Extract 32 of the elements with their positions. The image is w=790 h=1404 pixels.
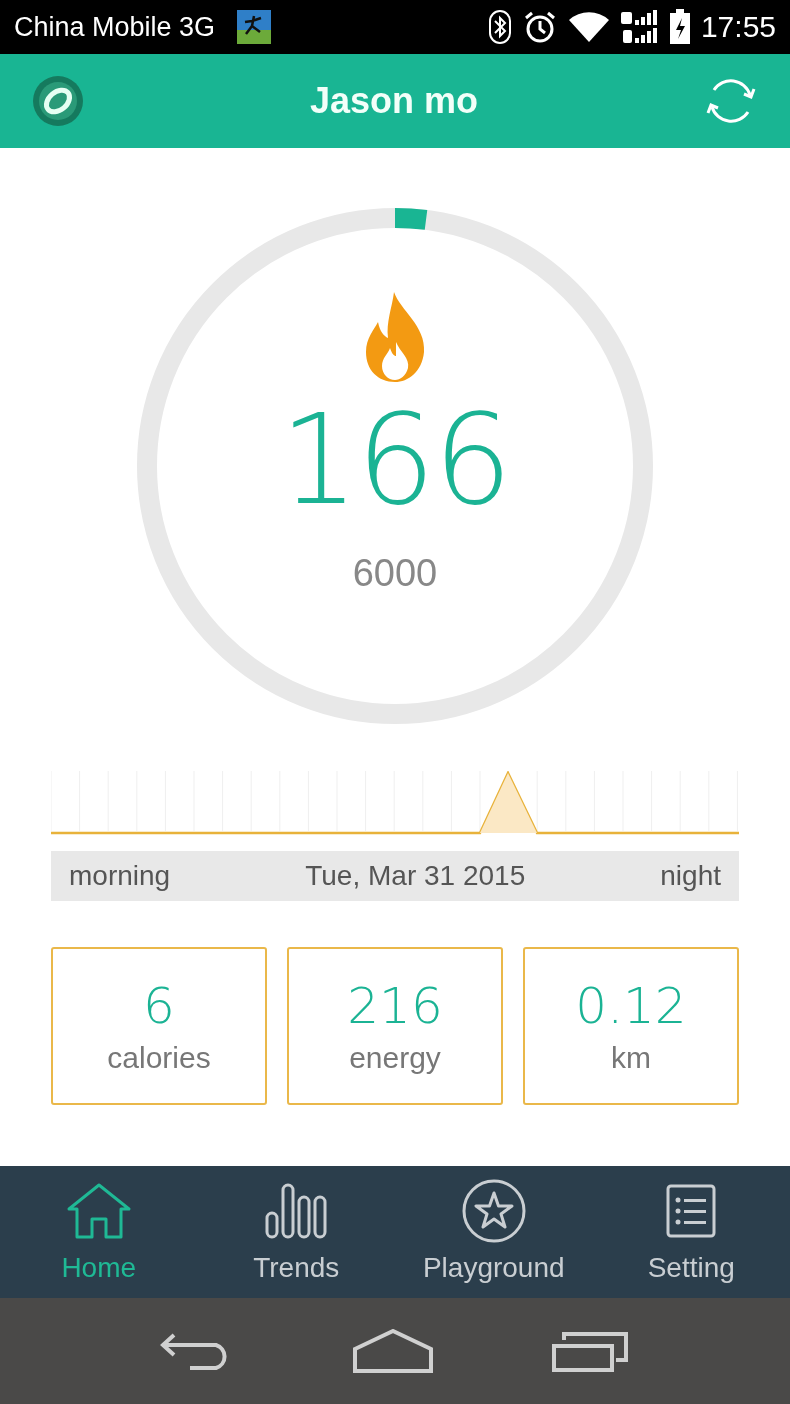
recent-apps-icon[interactable] <box>552 1330 631 1372</box>
tab-button[interactable]: Setting <box>592 1166 790 1298</box>
app-logo-icon[interactable] <box>32 75 84 127</box>
stat-value: 216 <box>347 977 443 1035</box>
tab-button[interactable]: Home <box>0 1166 198 1298</box>
signal-icon <box>620 10 657 44</box>
notification-picture-icon <box>237 10 272 44</box>
tab-button[interactable]: Trends <box>197 1166 395 1298</box>
star-circle-icon <box>461 1179 526 1243</box>
step-count: 166 <box>279 398 511 522</box>
wifi-icon <box>568 11 609 43</box>
battery-charging-icon <box>668 9 691 45</box>
step-goal: 6000 <box>352 552 438 595</box>
tab-button[interactable]: Playground <box>395 1166 593 1298</box>
home-icon[interactable] <box>353 1329 433 1373</box>
stat-label: km <box>611 1041 651 1075</box>
stat-label: energy <box>349 1041 441 1075</box>
stat-value: 0.12 <box>575 977 687 1035</box>
end-label: night <box>660 860 721 892</box>
stat-value: 6 <box>143 977 175 1035</box>
carrier-name: China Mobile 3G <box>14 11 216 43</box>
alarm-clock-icon <box>522 10 557 44</box>
home-icon <box>65 1183 132 1239</box>
start-label: morning <box>69 860 171 892</box>
list-icon <box>666 1184 717 1238</box>
user-name-title: Jason mo <box>309 80 478 122</box>
stat-label: calories <box>107 1041 211 1075</box>
bar-chart-icon <box>265 1183 328 1239</box>
clock-time: 17:55 <box>700 10 776 44</box>
bluetooth-icon <box>488 10 511 44</box>
date-label: Tue, Mar 31 2015 <box>305 860 526 892</box>
flame-icon <box>364 292 426 382</box>
